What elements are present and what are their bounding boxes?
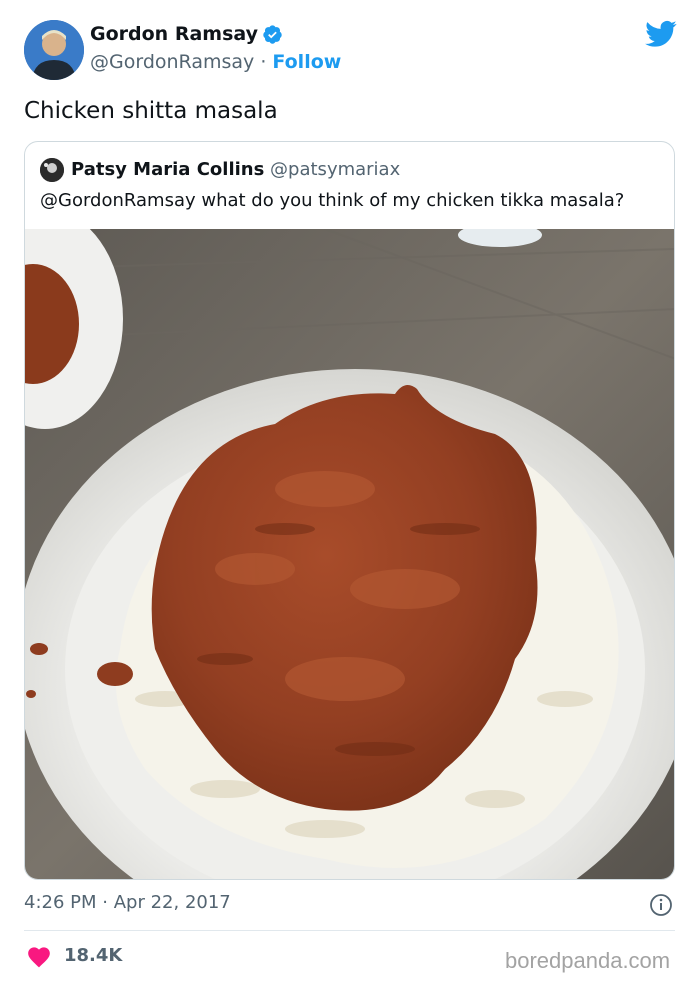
quoted-avatar-image [40,158,64,182]
food-photo[interactable] [25,229,675,880]
author-avatar[interactable] [24,20,84,80]
avatar-image [24,20,84,80]
heart-icon[interactable] [26,944,52,968]
quoted-tweet[interactable]: Patsy Maria Collins @patsymariax @Gordon… [24,141,675,880]
info-icon[interactable] [649,893,673,917]
watermark: boredpanda.com [505,948,671,973]
twitter-bird-icon[interactable] [645,20,677,48]
like-count[interactable]: 18.4K [64,944,122,968]
quoted-author-avatar[interactable] [40,158,64,182]
author-name[interactable]: Gordon Ramsay [90,22,258,46]
verified-badge-icon [263,25,282,44]
separator-dot: · [102,892,108,913]
tweet-date: Apr 22, 2017 [113,892,231,913]
quoted-author-name[interactable]: Patsy Maria Collins [71,159,264,180]
quoted-author-handle[interactable]: @patsymariax [270,159,400,180]
divider [24,930,675,931]
follow-button[interactable]: Follow [272,51,341,73]
tweet-timestamp[interactable]: 4:26 PM · Apr 22, 2017 [24,891,231,915]
tweet-time: 4:26 PM [24,892,97,913]
quoted-tweet-text: @GordonRamsay what do you think of my ch… [40,190,625,211]
quoted-header: Patsy Maria Collins @patsymariax [71,158,400,182]
author-handle-row: @GordonRamsay · Follow [90,50,341,74]
author-handle[interactable]: @GordonRamsay [90,51,254,73]
tweet-text: Chicken shitta masala [24,98,278,124]
separator-dot: · [260,51,267,73]
